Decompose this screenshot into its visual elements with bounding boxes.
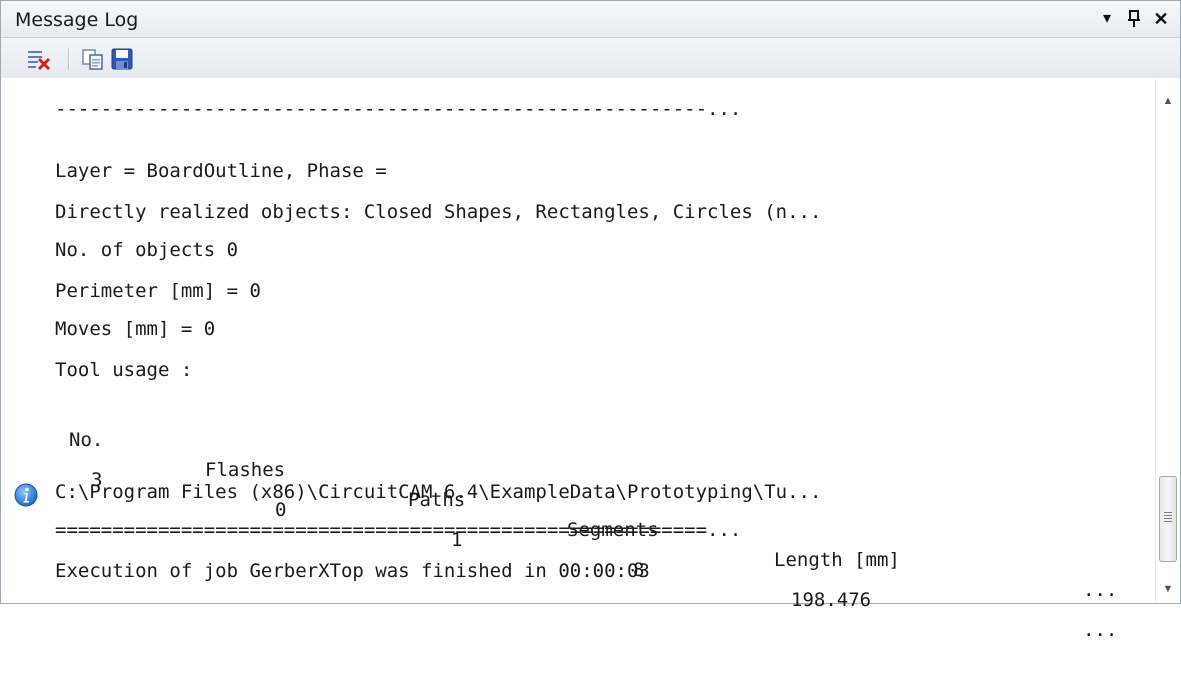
panel-title: Message Log xyxy=(15,9,139,31)
table-header-cell: Length [mm] xyxy=(774,549,900,571)
log-content[interactable]: ----------------------------------------… xyxy=(1,79,1156,641)
info-icon xyxy=(14,483,52,519)
log-line: ========================================… xyxy=(55,519,742,541)
log-line: Tool usage : xyxy=(55,359,193,381)
vertical-scrollbar[interactable]: ▲ ▼ xyxy=(1155,79,1180,603)
grip-icon xyxy=(1164,512,1172,524)
log-line: No. of objects 0 xyxy=(55,239,239,261)
table-cell: 198.476 xyxy=(791,589,872,611)
table-row: 3 0 1 8 198.476 ... xyxy=(1,435,1131,641)
scroll-down-icon[interactable]: ▼ xyxy=(1156,579,1180,599)
tool-table-header: No. Flashes Paths Segments Length [mm] .… xyxy=(1,395,1131,601)
table-header-cell: ... xyxy=(1083,579,1118,601)
log-line: Layer = BoardOutline, Phase = xyxy=(55,160,387,182)
log-line: Directly realized objects: Closed Shapes… xyxy=(55,201,822,223)
log-line: Perimeter [mm] = 0 xyxy=(55,280,261,302)
table-cell: ... xyxy=(1083,619,1118,641)
clear-log-icon[interactable] xyxy=(27,47,51,71)
scrollbar-thumb[interactable] xyxy=(1159,476,1177,562)
info-message: Execution of job GerberXTop was finished… xyxy=(55,560,650,582)
scroll-up-icon[interactable]: ▲ xyxy=(1156,91,1180,111)
log-line: Moves [mm] = 0 xyxy=(55,318,216,340)
title-bar: Message Log ▾ ✕ xyxy=(1,1,1180,38)
close-icon[interactable]: ✕ xyxy=(1149,5,1173,33)
save-icon[interactable] xyxy=(110,47,134,71)
toolbar-separator xyxy=(68,48,70,70)
message-log-panel: Message Log ▾ ✕ ------------------------… xyxy=(0,0,1181,641)
toolbar xyxy=(1,38,1180,78)
log-line: ----------------------------------------… xyxy=(55,98,742,120)
log-line: C:\Program Files (x86)\CircuitCAM 6.4\Ex… xyxy=(55,481,822,503)
pin-icon[interactable] xyxy=(1122,5,1146,33)
dropdown-icon[interactable]: ▾ xyxy=(1095,5,1119,33)
copy-icon[interactable] xyxy=(81,47,105,71)
